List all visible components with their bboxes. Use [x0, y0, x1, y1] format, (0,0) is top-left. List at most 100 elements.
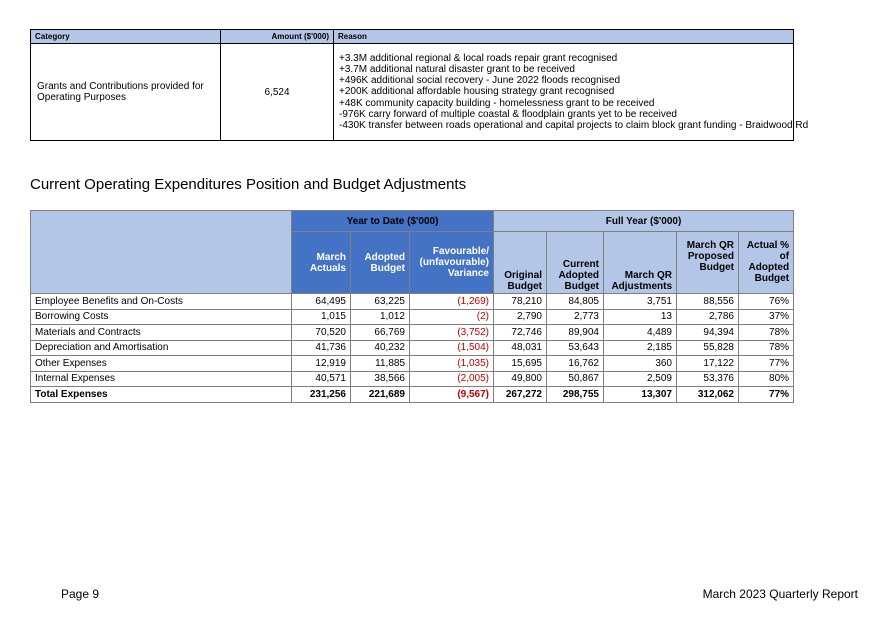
- cell-original-budget: 72,746: [493, 324, 547, 341]
- cell-actual-pct: 80%: [737, 370, 795, 387]
- total-current-adopted-budget: 298,755: [546, 386, 604, 403]
- cell-current-adopted-budget: 53,643: [546, 339, 604, 356]
- march-qr-proposed-budget-header: March QR Proposed Budget: [676, 231, 739, 294]
- cell-march-actuals: 70,520: [291, 324, 351, 341]
- cell-adopted-budget: 66,769: [350, 324, 410, 341]
- table-row: Borrowing Costs 1,015 1,012 (2) 2,790 2,…: [30, 308, 795, 325]
- reason-line: +496K additional social recovery - June …: [339, 75, 621, 87]
- current-adopted-budget-header: Current Adopted Budget: [546, 231, 604, 294]
- reason-line: +48K community capacity building - homel…: [339, 97, 655, 109]
- cell-adopted-budget: 38,566: [350, 370, 410, 387]
- cell-current-adopted-budget: 50,867: [546, 370, 604, 387]
- reason-line: -430K transfer between roads operational…: [339, 120, 809, 131]
- cell-actual-pct: 37%: [737, 308, 795, 325]
- cell-march-actuals: 41,736: [291, 339, 351, 356]
- cell-variance: (1,035): [409, 355, 494, 372]
- cell-march-actuals: 1,015: [291, 308, 351, 325]
- total-actual-pct: 77%: [737, 386, 795, 403]
- cell-march-actuals: 64,495: [291, 293, 351, 310]
- cell-adopted-budget: 1,012: [350, 308, 410, 325]
- reason-line: +3.7M additional natural disaster grant …: [339, 63, 575, 75]
- cell-original-budget: 78,210: [493, 293, 547, 310]
- march-qr-adjustments-header: March QR Adjustments: [603, 231, 677, 294]
- cell-adopted-budget: 11,885: [350, 355, 410, 372]
- cell-march-qr-adjustments: 2,509: [603, 370, 677, 387]
- total-original-budget: 267,272: [493, 386, 547, 403]
- section-heading: Current Operating Expenditures Position …: [30, 176, 467, 193]
- category-header: Category: [30, 29, 221, 44]
- cell-current-adopted-budget: 89,904: [546, 324, 604, 341]
- cell-variance: (2,005): [409, 370, 494, 387]
- row-label: Materials and Contracts: [30, 324, 292, 341]
- cell-march-qr-adjustments: 13: [603, 308, 677, 325]
- operating-expenditures-table: Year to Date ($'000) Full Year ($'000) M…: [30, 210, 795, 403]
- row-label: Other Expenses: [30, 355, 292, 372]
- cell-march-qr-adjustments: 2,185: [603, 339, 677, 356]
- cell-adopted-budget: 63,225: [350, 293, 410, 310]
- reason-table-row: Grants and Contributions provided for Op…: [30, 43, 809, 141]
- cell-current-adopted-budget: 16,762: [546, 355, 604, 372]
- cell-proposed-budget: 53,376: [676, 370, 739, 387]
- total-march-qr-adjustments: 13,307: [603, 386, 677, 403]
- cell-proposed-budget: 55,828: [676, 339, 739, 356]
- ytd-group-header: Year to Date ($'000): [291, 210, 494, 232]
- total-variance: (9,567): [409, 386, 494, 403]
- cell-march-actuals: 40,571: [291, 370, 351, 387]
- adopted-budget-header: Adopted Budget: [350, 231, 410, 294]
- cell-original-budget: 2,790: [493, 308, 547, 325]
- cell-proposed-budget: 94,394: [676, 324, 739, 341]
- amount-header: Amount ($'000): [220, 29, 334, 44]
- reason-header: Reason: [333, 29, 794, 44]
- cell-actual-pct: 78%: [737, 339, 795, 356]
- cell-original-budget: 48,031: [493, 339, 547, 356]
- reason-line: +200K additional affordable housing stra…: [339, 86, 615, 98]
- variance-header: Favourable/ (unfavourable) Variance: [409, 231, 494, 294]
- amount-cell: 6,524: [220, 43, 334, 141]
- row-label: Depreciation and Amortisation: [30, 339, 292, 356]
- original-budget-header: Original Budget: [493, 231, 547, 294]
- cell-proposed-budget: 17,122: [676, 355, 739, 372]
- cell-variance: (3,752): [409, 324, 494, 341]
- cell-variance: (1,269): [409, 293, 494, 310]
- cell-proposed-budget: 2,786: [676, 308, 739, 325]
- cell-march-qr-adjustments: 3,751: [603, 293, 677, 310]
- reason-cell: +3.3M additional regional & local roads …: [333, 43, 809, 141]
- row-label: Internal Expenses: [30, 370, 292, 387]
- grant-reason-table: Category Amount ($'000) Reason Grants an…: [30, 29, 809, 141]
- cell-march-actuals: 12,919: [291, 355, 351, 372]
- cell-march-qr-adjustments: 360: [603, 355, 677, 372]
- cell-original-budget: 15,695: [493, 355, 547, 372]
- cell-current-adopted-budget: 2,773: [546, 308, 604, 325]
- table-row: Other Expenses 12,919 11,885 (1,035) 15,…: [30, 355, 795, 372]
- table-row: Employee Benefits and On-Costs 64,495 63…: [30, 293, 795, 310]
- table-row: Depreciation and Amortisation 41,736 40,…: [30, 339, 795, 356]
- cell-actual-pct: 76%: [737, 293, 795, 310]
- cell-original-budget: 49,800: [493, 370, 547, 387]
- total-march-actuals: 231,256: [291, 386, 351, 403]
- cell-current-adopted-budget: 84,805: [546, 293, 604, 310]
- total-label: Total Expenses: [30, 386, 292, 403]
- cell-variance: (2): [409, 308, 494, 325]
- full-year-group-header: Full Year ($'000): [492, 210, 795, 232]
- total-proposed-budget: 312,062: [676, 386, 739, 403]
- table-row: Materials and Contracts 70,520 66,769 (3…: [30, 324, 795, 341]
- total-row: Total Expenses 231,256 221,689 (9,567) 2…: [30, 386, 795, 403]
- table-row: Internal Expenses 40,571 38,566 (2,005) …: [30, 370, 795, 387]
- cell-actual-pct: 77%: [737, 355, 795, 372]
- label-header-blank: [30, 210, 292, 294]
- category-cell: Grants and Contributions provided for Op…: [30, 43, 221, 141]
- cell-actual-pct: 78%: [737, 324, 795, 341]
- cell-march-qr-adjustments: 4,489: [603, 324, 677, 341]
- actual-pct-adopted-header: Actual % of Adopted Budget: [737, 231, 795, 294]
- report-title: March 2023 Quarterly Report: [702, 587, 858, 601]
- row-label: Borrowing Costs: [30, 308, 292, 325]
- cell-variance: (1,504): [409, 339, 494, 356]
- reason-table-header-row: Category Amount ($'000) Reason: [30, 29, 794, 44]
- row-label: Employee Benefits and On-Costs: [30, 293, 292, 310]
- cell-adopted-budget: 40,232: [350, 339, 410, 356]
- cell-proposed-budget: 88,556: [676, 293, 739, 310]
- total-adopted-budget: 221,689: [350, 386, 410, 403]
- page-number: Page 9: [61, 587, 100, 601]
- group-header-row: Year to Date ($'000) Full Year ($'000): [30, 210, 795, 294]
- march-actuals-header: March Actuals: [291, 231, 351, 294]
